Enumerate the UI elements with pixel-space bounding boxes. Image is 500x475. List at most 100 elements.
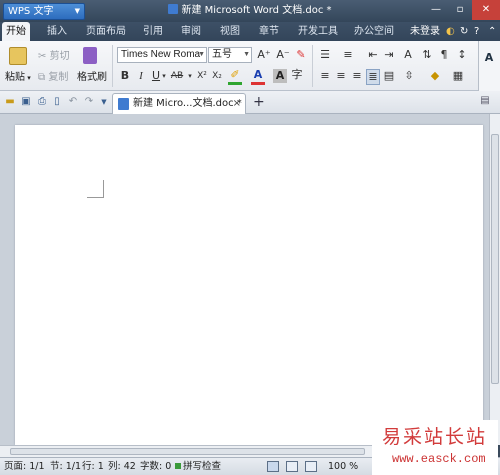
zoom-level[interactable]: 100 % — [328, 458, 358, 475]
highlight-icon[interactable]: ✐ — [228, 68, 242, 85]
tab-view[interactable]: 视图 — [215, 22, 245, 41]
border-icon[interactable]: ▦ — [451, 69, 465, 83]
distribute-icon[interactable]: ▤ — [382, 69, 396, 83]
skin-icon[interactable]: ◐ — [446, 22, 455, 41]
menu-tab-bar: 开始 插入 页面布局 引用 审阅 视图 章节 开发工具 办公空间 未登录 ◐ ↻… — [0, 22, 500, 41]
column-indicator: 列: 42 — [108, 461, 136, 472]
styles-icon[interactable]: A — [482, 51, 496, 65]
maximize-button[interactable]: ▫ — [448, 0, 472, 20]
paste-label: 粘贴 — [5, 72, 25, 83]
app-menu-button[interactable]: WPS 文字 ▼ — [3, 3, 85, 20]
font-color-button[interactable]: A — [251, 68, 265, 85]
document-tab-label: 新建 Micro...文档.doc * — [133, 98, 242, 109]
italic-button[interactable]: I — [134, 69, 148, 83]
font-size-value: 五号 — [212, 49, 232, 60]
tab-menu-icon[interactable]: ▤ — [479, 95, 491, 107]
grow-font-button[interactable]: A⁺ — [256, 48, 272, 62]
minimize-button[interactable]: — — [424, 0, 448, 20]
vertical-scrollbar[interactable] — [489, 114, 500, 445]
tab-review[interactable]: 审阅 — [176, 22, 206, 41]
format-painter-button[interactable]: 格式刷 — [77, 68, 107, 83]
shading-icon[interactable]: ◆ — [428, 69, 442, 83]
copy-button[interactable]: ⧉ 复制 — [38, 68, 68, 83]
divider — [312, 45, 313, 87]
save-icon[interactable]: ▣ — [20, 96, 32, 108]
increase-indent-icon[interactable]: ⇥ — [382, 48, 396, 62]
spell-check-icon — [175, 463, 181, 469]
copy-label: 复制 — [48, 72, 69, 83]
print-icon[interactable]: ⎙ — [36, 96, 48, 108]
section-indicator: 节: 1/1 — [50, 461, 82, 472]
chevron-down-icon: ▼ — [243, 51, 250, 58]
collapse-ribbon-icon[interactable]: ⌃ — [488, 22, 496, 41]
format-painter-icon — [83, 47, 97, 64]
subscript-button[interactable]: X₂ — [210, 69, 224, 83]
app-menu-label: WPS 文字 — [8, 6, 54, 17]
redo-icon[interactable]: ↷ — [83, 96, 95, 108]
tab-office-space[interactable]: 办公空间 — [350, 22, 398, 41]
chinese-layout-icon[interactable]: A — [401, 48, 415, 62]
tab-page-layout[interactable]: 页面布局 — [82, 22, 130, 41]
quick-access-bar: ▬ ▣ ⎙ ▯ ↶ ↷ ▼ 新建 Micro...文档.doc * × + ▤ — [0, 91, 500, 114]
font-size-select[interactable]: 五号 ▼ — [208, 47, 252, 63]
decrease-indent-icon[interactable]: ⇤ — [366, 48, 380, 62]
clear-format-icon[interactable]: ✎ — [294, 48, 308, 62]
tab-developer[interactable]: 开发工具 — [294, 22, 342, 41]
open-folder-icon[interactable]: ▬ — [4, 96, 16, 108]
paragraph-spacing-icon[interactable]: ⇳ — [402, 69, 416, 83]
justify-icon[interactable]: ≣ — [366, 69, 380, 85]
scissors-icon: ✂ — [38, 51, 47, 62]
ribbon-home: 粘贴 ▾ ✂ 剪切 ⧉ 复制 格式刷 Times New Roma ▼ 五号 ▼ A… — [0, 41, 500, 91]
font-name-select[interactable]: Times New Roma ▼ — [117, 47, 207, 63]
paste-icon[interactable] — [9, 47, 27, 65]
window-controls: — ▫ ✕ — [424, 0, 500, 20]
refresh-icon[interactable]: ↻ — [460, 22, 468, 41]
row-indicator: 行: 1 — [82, 461, 104, 472]
word-count[interactable]: 字数: 0 — [140, 458, 171, 475]
customize-chevron-icon[interactable]: ▼ — [98, 96, 110, 108]
page-view-icon[interactable] — [267, 461, 279, 472]
paste-button[interactable]: 粘贴 ▾ — [5, 68, 31, 83]
align-center-icon[interactable]: ≡ — [334, 69, 348, 83]
close-tab-icon[interactable]: × — [233, 94, 241, 113]
horizontal-scroll-thumb[interactable] — [10, 448, 365, 455]
login-link[interactable]: 未登录 — [410, 22, 440, 41]
document-workspace — [0, 114, 489, 445]
superscript-button[interactable]: X² — [195, 69, 209, 83]
spell-check-toggle[interactable]: 拼写检查 — [175, 458, 221, 475]
sort-icon[interactable]: ⇅ — [420, 48, 434, 62]
tab-insert[interactable]: 插入 — [42, 22, 72, 41]
margin-corner-mark — [87, 180, 104, 198]
bullet-list-icon[interactable]: ☰ — [318, 48, 332, 62]
tab-home[interactable]: 开始 — [2, 22, 30, 41]
align-right-icon[interactable]: ≡ — [350, 69, 364, 83]
phonetic-guide-icon[interactable]: 字 — [290, 68, 304, 82]
print-preview-icon[interactable]: ▯ — [51, 96, 63, 108]
outline-view-icon[interactable] — [286, 461, 298, 472]
align-left-icon[interactable]: ≡ — [318, 69, 332, 83]
undo-icon[interactable]: ↶ — [67, 96, 79, 108]
chevron-down-icon: ▼ — [74, 7, 80, 15]
document-tab[interactable]: 新建 Micro...文档.doc * × — [112, 93, 246, 114]
chevron-down-icon[interactable]: ▾ — [186, 69, 194, 83]
shrink-font-button[interactable]: A⁻ — [275, 48, 291, 62]
tab-section[interactable]: 章节 — [254, 22, 284, 41]
web-view-icon[interactable] — [305, 461, 317, 472]
document-page[interactable] — [15, 125, 483, 445]
tab-references[interactable]: 引用 — [138, 22, 168, 41]
new-tab-button[interactable]: + — [253, 94, 265, 110]
numbered-list-icon[interactable]: ≡ — [341, 48, 355, 62]
cut-button[interactable]: ✂ 剪切 — [38, 47, 70, 62]
bold-button[interactable]: B — [118, 69, 132, 83]
show-marks-icon[interactable]: ¶ — [437, 48, 451, 62]
vertical-scroll-thumb[interactable] — [491, 134, 499, 384]
document-icon — [168, 4, 179, 14]
close-button[interactable]: ✕ — [472, 0, 500, 20]
page-indicator: 页面: 1/1 — [4, 461, 45, 472]
char-shading-button[interactable]: A — [273, 69, 287, 83]
line-spacing-icon[interactable]: ↕ — [455, 48, 469, 62]
strikethrough-button[interactable]: AB — [168, 69, 186, 83]
help-icon[interactable]: ? — [474, 22, 479, 41]
font-name-value: Times New Roma — [121, 49, 201, 60]
chevron-down-icon[interactable]: ▾ — [160, 69, 168, 83]
